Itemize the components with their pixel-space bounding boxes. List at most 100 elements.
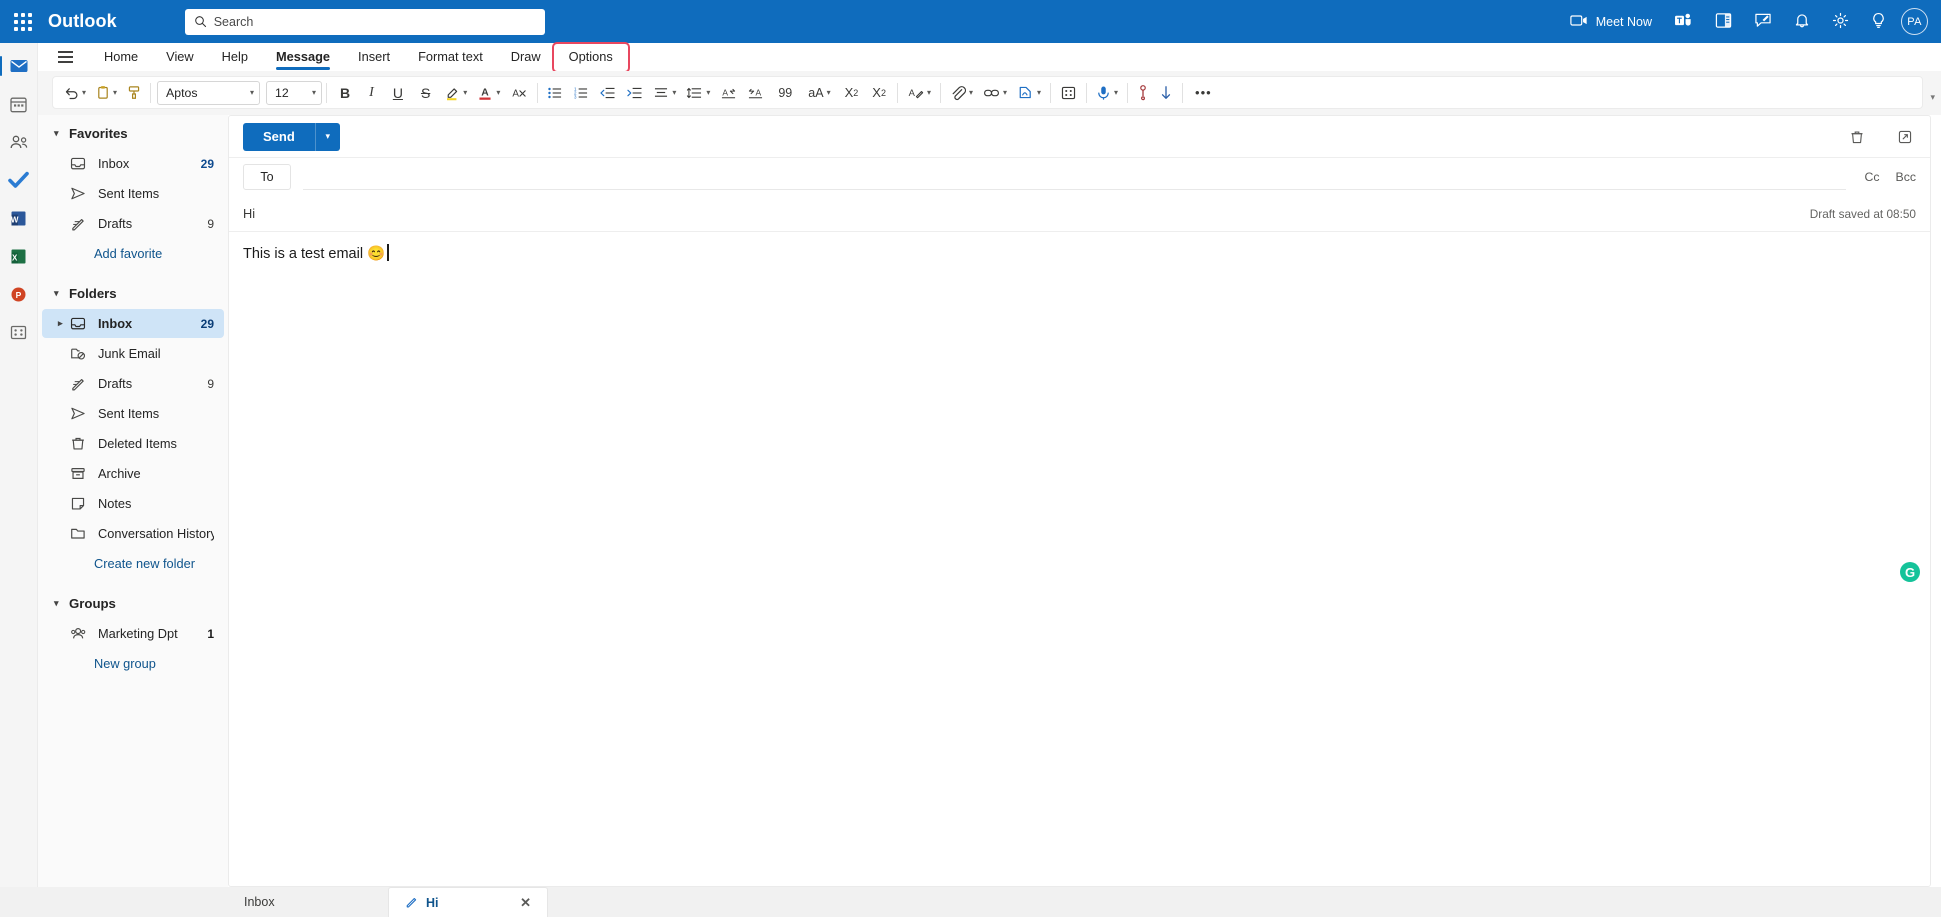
- settings-button[interactable]: [1821, 0, 1860, 43]
- rail-item-more-apps[interactable]: [0, 313, 38, 351]
- clear-formatting-button[interactable]: A: [505, 79, 533, 106]
- app-launcher-icon[interactable]: [12, 11, 34, 33]
- rtl-direction-button[interactable]: A: [742, 79, 769, 106]
- tab-draw[interactable]: Draw: [497, 45, 555, 70]
- tab-format-text[interactable]: Format text: [404, 45, 497, 70]
- rail-item-to-do[interactable]: [0, 161, 38, 199]
- to-input[interactable]: [303, 164, 1847, 190]
- folder-item-notes[interactable]: Notes: [42, 489, 224, 518]
- menu-hamburger-icon[interactable]: [50, 44, 80, 70]
- increase-indent-button[interactable]: [621, 79, 648, 106]
- font-color-button[interactable]: A ▾: [472, 79, 505, 106]
- rail-item-people[interactable]: [0, 123, 38, 161]
- create-new-folder-link[interactable]: Create new folder: [38, 549, 228, 577]
- numbered-list-button[interactable]: 123: [568, 79, 594, 106]
- attach-file-button[interactable]: ▾: [945, 79, 978, 106]
- favorite-item-drafts[interactable]: Drafts 9: [42, 209, 224, 238]
- onenote-button[interactable]: [1704, 0, 1743, 43]
- new-group-link[interactable]: New group: [38, 649, 228, 677]
- folder-item-conversation-history[interactable]: Conversation History: [42, 519, 224, 548]
- more-toolbar-options-button[interactable]: •••: [1187, 79, 1220, 106]
- insert-link-button[interactable]: ▾: [978, 79, 1012, 106]
- subscript-button[interactable]: X2: [838, 79, 866, 106]
- tab-message[interactable]: Message: [262, 45, 344, 70]
- rail-item-calendar[interactable]: [0, 85, 38, 123]
- superscript-button[interactable]: X2: [865, 79, 893, 106]
- folders-section-header[interactable]: ▾ Folders: [38, 279, 228, 308]
- groups-section-header[interactable]: ▾ Groups: [38, 589, 228, 618]
- chevron-right-icon[interactable]: ▸: [58, 318, 63, 329]
- teams-button[interactable]: [1663, 0, 1704, 43]
- add-favorite-link[interactable]: Add favorite: [38, 239, 228, 267]
- discard-draft-button[interactable]: [1844, 124, 1870, 150]
- folder-item-drafts[interactable]: Drafts 9: [42, 369, 224, 398]
- toolbar-divider: [1050, 82, 1052, 103]
- change-case-button[interactable]: aA ▾: [801, 79, 837, 106]
- folder-item-junk-email[interactable]: Junk Email: [42, 339, 224, 368]
- favorite-item-sent-items[interactable]: Sent Items: [42, 179, 224, 208]
- font-size-select[interactable]: 12 ▾: [266, 80, 323, 105]
- rail-item-word[interactable]: W: [0, 199, 38, 237]
- folder-item-sent-items[interactable]: Sent Items: [42, 399, 224, 428]
- high-importance-button[interactable]: [1132, 79, 1154, 106]
- to-button[interactable]: To: [243, 164, 291, 190]
- taskbar-tab-draft[interactable]: Hi ✕: [388, 887, 548, 917]
- tab-help[interactable]: Help: [208, 45, 262, 70]
- notifications-button[interactable]: [1783, 0, 1821, 43]
- styles-button[interactable]: A ▾: [902, 79, 936, 106]
- folder-item-archive[interactable]: Archive: [42, 459, 224, 488]
- folder-item-deleted-items[interactable]: Deleted Items: [42, 429, 224, 458]
- ltr-direction-button[interactable]: A: [715, 79, 742, 106]
- signature-button[interactable]: ▾: [1012, 79, 1046, 106]
- rail-item-powerpoint[interactable]: P: [0, 275, 38, 313]
- calendar-icon: [10, 97, 27, 112]
- paste-button[interactable]: ▾: [91, 79, 122, 106]
- strikethrough-button[interactable]: S: [412, 79, 439, 106]
- meet-now-button[interactable]: Meet Now: [1559, 0, 1663, 43]
- highlight-button[interactable]: ▾: [439, 79, 472, 106]
- font-family-select[interactable]: Aptos ▾: [157, 80, 261, 105]
- tab-view[interactable]: View: [152, 45, 208, 70]
- search-box[interactable]: [184, 8, 545, 35]
- close-icon[interactable]: ✕: [520, 895, 531, 911]
- cc-button[interactable]: Cc: [1864, 170, 1879, 184]
- rail-item-excel[interactable]: X: [0, 237, 38, 275]
- decrease-indent-button[interactable]: [594, 79, 621, 106]
- chevron-down-icon: ▾: [54, 598, 59, 608]
- toolbar-collapse-chevron-icon[interactable]: ▾: [1930, 92, 1935, 103]
- low-importance-button[interactable]: [1154, 79, 1178, 106]
- feedback-button[interactable]: [1743, 0, 1783, 43]
- bcc-button[interactable]: Bcc: [1896, 170, 1917, 184]
- send-button[interactable]: Send ▾: [243, 122, 340, 151]
- bulleted-list-button[interactable]: [542, 79, 568, 106]
- group-item-marketing-dpt[interactable]: Marketing Dpt 1: [42, 619, 224, 648]
- tips-button[interactable]: [1860, 0, 1897, 43]
- folder-item-inbox[interactable]: ▸ Inbox 29: [42, 309, 224, 338]
- blockquote-button[interactable]: 99: [769, 79, 801, 106]
- tab-options[interactable]: Options: [551, 41, 630, 73]
- subject-input[interactable]: Hi: [243, 206, 1810, 221]
- grammarly-badge[interactable]: G: [1900, 562, 1920, 582]
- dictate-button[interactable]: ▾: [1091, 79, 1123, 106]
- tab-home[interactable]: Home: [90, 45, 152, 70]
- align-button[interactable]: ▾: [648, 79, 681, 106]
- tab-insert[interactable]: Insert: [344, 45, 404, 70]
- message-body-editor[interactable]: This is a test email 😊 G: [229, 232, 1930, 886]
- favorites-section-header[interactable]: ▾ Favorites: [38, 119, 228, 148]
- underline-button[interactable]: U: [384, 79, 412, 106]
- junk-icon: [70, 346, 90, 361]
- popout-compose-button[interactable]: [1892, 124, 1918, 150]
- favorite-item-inbox[interactable]: Inbox 29: [42, 149, 224, 178]
- avatar[interactable]: PA: [1901, 8, 1928, 35]
- search-input[interactable]: [213, 14, 536, 29]
- bold-button[interactable]: B: [331, 79, 359, 106]
- taskbar-tab-inbox[interactable]: Inbox: [228, 887, 388, 917]
- undo-button[interactable]: ▾: [59, 79, 91, 106]
- format-painter-button[interactable]: [122, 79, 146, 106]
- line-spacing-button[interactable]: ▾: [681, 79, 715, 106]
- italic-button[interactable]: I: [359, 79, 384, 106]
- apps-button[interactable]: [1055, 79, 1082, 106]
- rail-item-mail[interactable]: [0, 47, 38, 85]
- taskbar-tab-label: Inbox: [244, 895, 275, 909]
- send-options-chevron-icon[interactable]: ▾: [315, 122, 340, 151]
